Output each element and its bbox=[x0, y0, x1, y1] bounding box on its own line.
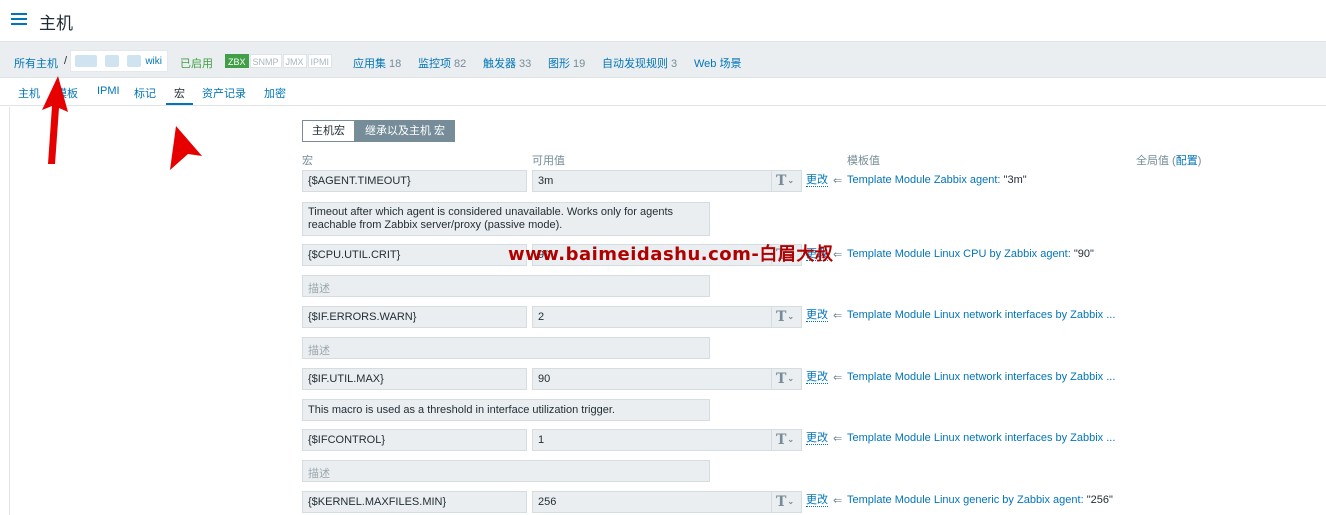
inherit-arrow-icon: ⇐ bbox=[833, 433, 843, 445]
template-link[interactable]: Template Module Linux network interfaces… bbox=[847, 432, 1115, 444]
macro-description-field[interactable]: 描述 bbox=[302, 460, 710, 482]
template-link[interactable]: Template Module Zabbix agent: "3m" bbox=[847, 174, 1027, 186]
text-type-icon: T bbox=[776, 494, 787, 510]
text-type-icon: T bbox=[776, 173, 787, 189]
discovery-rules-link[interactable]: 自动发现规则 3 bbox=[602, 55, 677, 71]
zbx-availability-badge: ZBX bbox=[225, 54, 249, 68]
column-header-macro: 宏 bbox=[302, 155, 313, 167]
change-button[interactable]: 更改 bbox=[806, 371, 828, 384]
macro-value-field[interactable]: 90 bbox=[532, 368, 772, 390]
value-type-dropdown[interactable]: T⌄ bbox=[772, 491, 802, 513]
change-button[interactable]: 更改 bbox=[806, 309, 828, 322]
column-header-template-value: 模板值 bbox=[847, 155, 880, 167]
jmx-availability-badge: JMX bbox=[282, 54, 307, 68]
chevron-down-icon: ⌄ bbox=[787, 374, 795, 383]
macro-description-field[interactable]: Timeout after which agent is considered … bbox=[302, 202, 710, 236]
text-type-icon: T bbox=[776, 432, 787, 448]
value-type-dropdown[interactable]: T⌄ bbox=[772, 368, 802, 390]
change-button[interactable]: 更改 bbox=[806, 432, 828, 445]
availability-tags: ZBX SNMP JMX IPMI bbox=[225, 54, 333, 68]
macro-value-field[interactable]: 2 bbox=[532, 306, 772, 328]
text-type-icon: T bbox=[776, 371, 787, 387]
active-tab-indicator bbox=[166, 103, 193, 105]
items-link[interactable]: 监控项 82 bbox=[418, 55, 466, 71]
change-button[interactable]: 更改 bbox=[806, 174, 828, 187]
macro-name-field[interactable]: {$IFCONTROL} bbox=[302, 429, 527, 451]
macro-value-field[interactable]: 1 bbox=[532, 429, 772, 451]
value-type-dropdown[interactable]: T⌄ bbox=[772, 170, 802, 192]
macro-view-toggle: 主机宏 继承以及主机 宏 bbox=[302, 120, 456, 142]
tab-tags[interactable]: 标记 bbox=[134, 85, 156, 101]
breadcrumb-all-hosts-link[interactable]: 所有主机 bbox=[14, 55, 58, 71]
chevron-down-icon: ⌄ bbox=[787, 176, 795, 185]
column-header-global-value: 全局值 (配置) bbox=[1136, 155, 1202, 167]
inherited-and-host-macros-button[interactable]: 继承以及主机 宏 bbox=[355, 120, 456, 142]
macro-value-field[interactable]: 256 bbox=[532, 491, 772, 513]
content-left-border bbox=[9, 107, 10, 515]
macro-name-field[interactable]: {$IF.ERRORS.WARN} bbox=[302, 306, 527, 328]
template-link[interactable]: Template Module Linux generic by Zabbix … bbox=[847, 494, 1113, 506]
inherit-arrow-icon: ⇐ bbox=[833, 249, 843, 261]
web-scenarios-link[interactable]: Web 场景 bbox=[694, 55, 741, 71]
macro-value-field[interactable]: 3m bbox=[532, 170, 772, 192]
macro-description-field[interactable]: 描述 bbox=[302, 337, 710, 359]
graphs-link[interactable]: 图形 19 bbox=[548, 55, 585, 71]
host-tabs: 主机 模板 IPMI 标记 宏 资产记录 加密 bbox=[0, 79, 1326, 106]
tab-encryption[interactable]: 加密 bbox=[264, 85, 286, 101]
chevron-down-icon: ⌄ bbox=[787, 435, 795, 444]
change-button[interactable]: 更改 bbox=[806, 494, 828, 507]
value-type-dropdown[interactable]: T⌄ bbox=[772, 306, 802, 328]
page-title: 主机 bbox=[39, 14, 73, 33]
text-type-icon: T bbox=[776, 309, 787, 325]
tab-inventory[interactable]: 资产记录 bbox=[202, 85, 246, 101]
macro-name-field[interactable]: {$KERNEL.MAXFILES.MIN} bbox=[302, 491, 527, 513]
macro-name-field[interactable]: {$IF.UTIL.MAX} bbox=[302, 368, 527, 390]
triggers-link[interactable]: 触发器 33 bbox=[483, 55, 531, 71]
value-type-dropdown[interactable]: T⌄ bbox=[772, 429, 802, 451]
inherit-arrow-icon: ⇐ bbox=[833, 310, 843, 322]
host-navigation-bar: 所有主机 / wiki 已启用 ZBX SNMP JMX IPMI 应用集 18 … bbox=[0, 41, 1326, 78]
applications-link[interactable]: 应用集 18 bbox=[353, 55, 401, 71]
macro-description-field[interactable]: 描述 bbox=[302, 275, 710, 297]
macro-description-field[interactable]: This macro is used as a threshold in int… bbox=[302, 399, 710, 421]
inherit-arrow-icon: ⇐ bbox=[833, 372, 843, 384]
global-config-link[interactable]: 配置 bbox=[1176, 155, 1198, 167]
tab-macros[interactable]: 宏 bbox=[174, 85, 185, 101]
red-annotation-arrow-icon bbox=[42, 76, 68, 164]
inherit-arrow-icon: ⇐ bbox=[833, 175, 843, 187]
inherit-arrow-icon: ⇐ bbox=[833, 495, 843, 507]
host-status-enabled[interactable]: 已启用 bbox=[180, 55, 213, 71]
template-link[interactable]: Template Module Linux CPU by Zabbix agen… bbox=[847, 248, 1094, 260]
chevron-down-icon: ⌄ bbox=[787, 312, 795, 321]
macro-name-field[interactable]: {$CPU.UTIL.CRIT} bbox=[302, 244, 527, 266]
host-macros-button[interactable]: 主机宏 bbox=[302, 120, 355, 142]
breadcrumb-separator: / bbox=[64, 55, 68, 67]
host-name-suffix[interactable]: wiki bbox=[145, 56, 162, 67]
red-annotation-arrow-icon bbox=[170, 126, 202, 170]
hamburger-menu-icon[interactable] bbox=[11, 13, 27, 27]
template-link[interactable]: Template Module Linux network interfaces… bbox=[847, 371, 1115, 383]
ipmi-availability-badge: IPMI bbox=[307, 54, 333, 68]
tab-ipmi[interactable]: IPMI bbox=[97, 85, 120, 97]
template-link[interactable]: Template Module Linux network interfaces… bbox=[847, 309, 1115, 321]
macro-name-field[interactable]: {$AGENT.TIMEOUT} bbox=[302, 170, 527, 192]
breadcrumb-host-link[interactable]: wiki bbox=[70, 50, 168, 72]
snmp-availability-badge: SNMP bbox=[249, 54, 282, 68]
watermark-text: www.baimeidashu.com-白眉大叔 bbox=[508, 244, 834, 265]
column-header-effective-value: 可用值 bbox=[532, 155, 565, 167]
top-bar: 主机 bbox=[0, 0, 1326, 40]
chevron-down-icon: ⌄ bbox=[787, 497, 795, 506]
